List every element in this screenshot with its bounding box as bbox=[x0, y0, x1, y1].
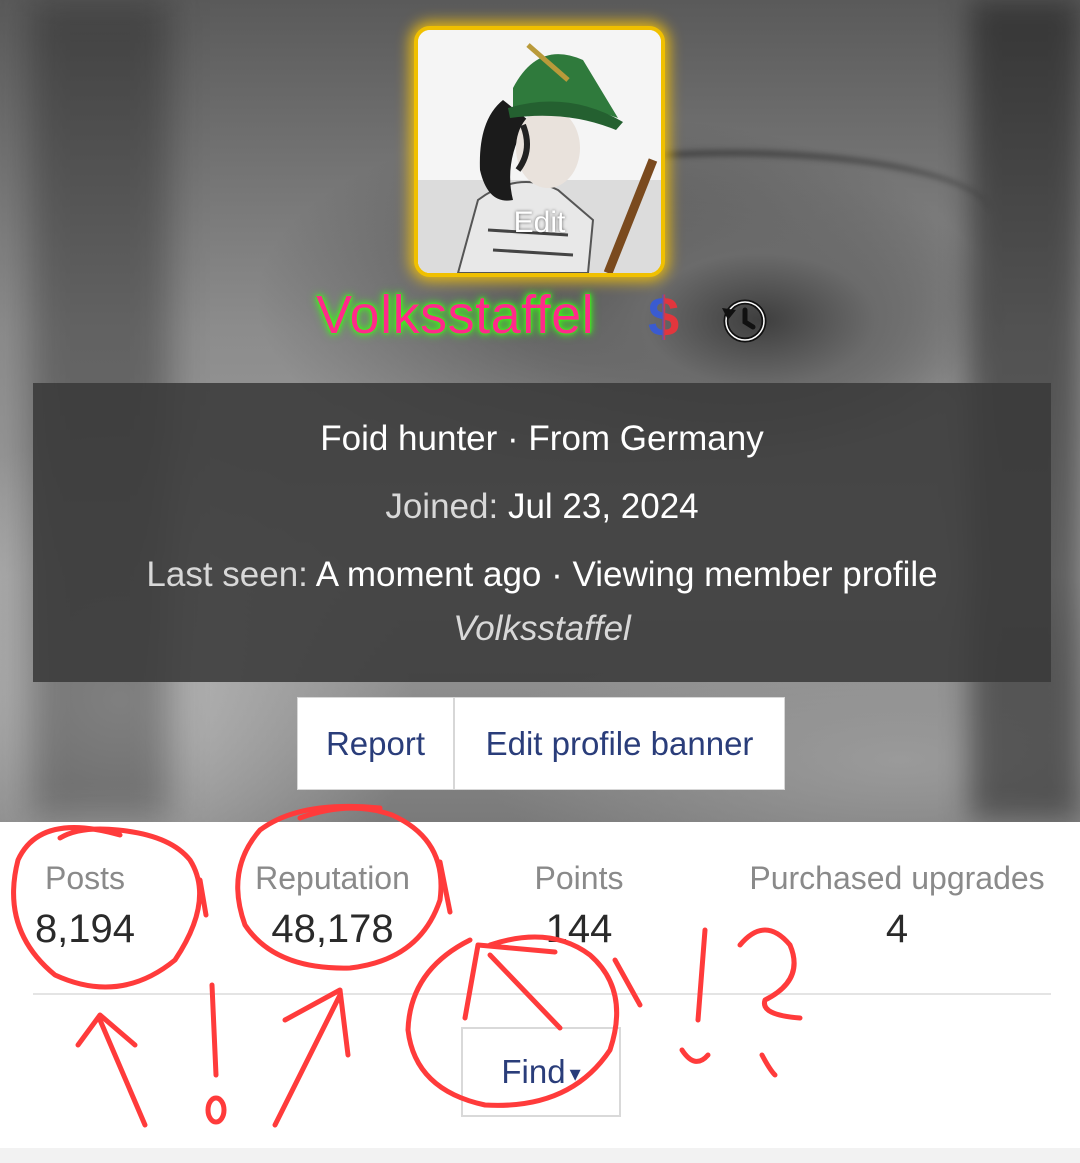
stat-value: 4 bbox=[885, 907, 909, 951]
profile-info-box: Foid hunter · From Germany Joined: Jul 2… bbox=[33, 383, 1051, 682]
stat-posts[interactable]: Posts 8,194 bbox=[30, 860, 140, 952]
username[interactable]: Volksstaffel bbox=[316, 284, 594, 346]
stat-reputation[interactable]: Reputation 48,178 bbox=[240, 860, 425, 952]
username-row: Volksstaffel $ bbox=[0, 280, 1080, 350]
stat-label: Purchased upgrades bbox=[749, 860, 1045, 896]
divider bbox=[33, 993, 1051, 995]
stat-value: 8,194 bbox=[34, 907, 136, 951]
avatar-edit-label[interactable]: Edit bbox=[418, 206, 661, 240]
user-title-line: Foid hunter · From Germany bbox=[33, 419, 1051, 459]
stat-label: Reputation bbox=[255, 860, 410, 896]
stat-label: Posts bbox=[44, 860, 126, 896]
activity-target[interactable]: Volksstaffel bbox=[33, 609, 1051, 649]
stat-purchased-upgrades[interactable]: Purchased upgrades 4 bbox=[740, 860, 1054, 952]
activity-text: Viewing member profile bbox=[572, 555, 938, 594]
last-seen-line: Last seen: A moment ago · Viewing member… bbox=[33, 555, 1051, 595]
user-location[interactable]: From Germany bbox=[528, 419, 763, 458]
joined-line: Joined: Jul 23, 2024 bbox=[33, 487, 1051, 527]
stat-value: 144 bbox=[545, 907, 613, 951]
find-label: Find bbox=[501, 1053, 566, 1090]
edit-profile-banner-button[interactable]: Edit profile banner bbox=[455, 698, 784, 789]
joined-value: Jul 23, 2024 bbox=[507, 487, 699, 526]
chevron-down-icon: ▾ bbox=[569, 1061, 581, 1087]
history-icon bbox=[722, 299, 767, 343]
profile-stats: Posts 8,194 Reputation 48,178 Points 144… bbox=[0, 822, 1080, 1163]
separator: · bbox=[497, 419, 529, 458]
avatar[interactable]: Edit bbox=[414, 26, 665, 277]
report-button[interactable]: Report bbox=[298, 698, 455, 789]
page-bottom-strip bbox=[0, 1148, 1080, 1163]
find-dropdown-button[interactable]: Find ▾ bbox=[461, 1027, 621, 1117]
profile-action-buttons: Report Edit profile banner bbox=[297, 697, 785, 790]
profile-banner: Edit Volksstaffel $ Foid hunter · From G… bbox=[0, 0, 1080, 822]
dollar-icon: $ bbox=[648, 285, 680, 348]
stat-value: 48,178 bbox=[271, 907, 394, 951]
stat-label: Points bbox=[534, 860, 624, 896]
user-title: Foid hunter bbox=[320, 419, 498, 458]
joined-label: Joined: bbox=[385, 487, 499, 526]
separator: · bbox=[541, 555, 573, 594]
stat-points[interactable]: Points 144 bbox=[520, 860, 638, 952]
last-seen-value: A moment ago bbox=[315, 555, 542, 594]
last-seen-label: Last seen: bbox=[146, 555, 308, 594]
